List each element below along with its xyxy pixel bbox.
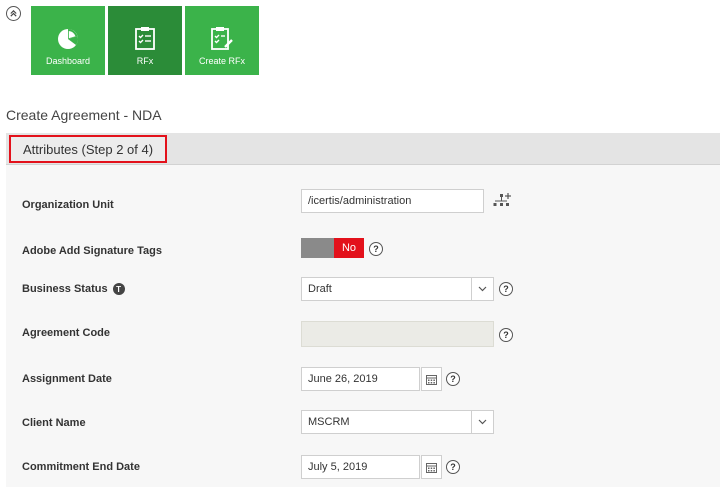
step-label: Attributes (Step 2 of 4)	[23, 141, 154, 157]
field-value: Draft	[308, 283, 332, 295]
field-value: MSCRM	[308, 416, 350, 428]
org-tree-add-icon[interactable]	[492, 193, 512, 209]
tile-label: Dashboard	[45, 56, 91, 66]
assignment-date-field[interactable]: June 26, 2019	[301, 367, 420, 391]
toggle-value: No	[334, 238, 364, 258]
clipboard-edit-icon	[211, 27, 233, 50]
tile-dashboard[interactable]: Dashboard	[31, 6, 105, 75]
info-icon[interactable]: T	[112, 283, 125, 295]
collapse-toggle-button[interactable]	[6, 6, 21, 21]
commitment-end-date-label: Commitment End Date	[22, 461, 140, 473]
chevron-down-icon	[471, 411, 493, 433]
calendar-icon[interactable]	[421, 455, 442, 479]
adobe-tags-toggle[interactable]: No	[301, 238, 364, 258]
agreement-code-field	[301, 321, 494, 347]
label-text: Organization Unit	[22, 199, 114, 211]
tile-rfx[interactable]: RFx	[108, 6, 182, 75]
label-text: Adobe Add Signature Tags	[22, 245, 162, 257]
label-text: Assignment Date	[22, 373, 112, 385]
step-indicator: Attributes (Step 2 of 4)	[9, 135, 168, 163]
tile-label: RFx	[136, 56, 154, 66]
business-status-select[interactable]: Draft	[301, 277, 494, 301]
field-value: /icertis/administration	[308, 195, 412, 207]
help-icon[interactable]: ?	[446, 372, 460, 386]
help-icon[interactable]: ?	[369, 242, 383, 256]
tile-label: Create RFx	[198, 56, 245, 66]
label-text: Agreement Code	[22, 327, 111, 339]
toggle-off-segment	[301, 238, 334, 258]
label-text: Client Name	[22, 417, 86, 429]
label-text: Business Status	[22, 283, 108, 295]
business-status-label: Business Status T	[22, 283, 125, 295]
commitment-end-date-field[interactable]: July 5, 2019	[301, 455, 420, 479]
agreement-code-label: Agreement Code	[22, 327, 110, 339]
double-chevron-up-icon	[10, 9, 17, 17]
organization-unit-field[interactable]: /icertis/administration	[301, 189, 484, 213]
field-value: July 5, 2019	[308, 461, 368, 473]
help-icon[interactable]: ?	[446, 460, 460, 474]
client-name-label: Client Name	[22, 417, 86, 429]
assignment-date-label: Assignment Date	[22, 373, 112, 385]
adobe-tags-label: Adobe Add Signature Tags	[22, 245, 162, 257]
organization-unit-label: Organization Unit	[22, 199, 114, 211]
field-value: June 26, 2019	[308, 373, 378, 385]
clipboard-checklist-icon	[135, 27, 155, 50]
app-tiles: Dashboard RFx Create RFx	[31, 6, 259, 75]
tile-create-rfx[interactable]: Create RFx	[185, 6, 259, 75]
page-title: Create Agreement - NDA	[6, 107, 162, 123]
label-text: Commitment End Date	[22, 461, 140, 473]
help-icon[interactable]: ?	[499, 328, 513, 342]
client-name-select[interactable]: MSCRM	[301, 410, 494, 434]
calendar-icon[interactable]	[421, 367, 442, 391]
help-icon[interactable]: ?	[499, 282, 513, 296]
chevron-down-icon	[471, 278, 493, 300]
pie-chart-icon	[58, 29, 78, 49]
